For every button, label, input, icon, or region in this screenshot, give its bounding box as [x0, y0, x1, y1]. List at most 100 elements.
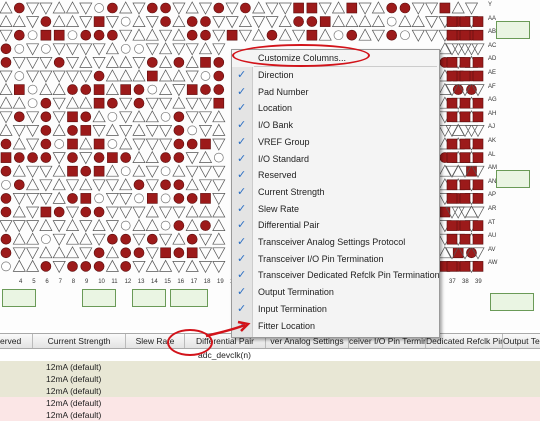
package-pin[interactable]: [0, 138, 12, 150]
package-pin[interactable]: [278, 28, 292, 41]
package-pin[interactable]: [40, 97, 52, 109]
package-pin[interactable]: [185, 70, 199, 83]
package-pin[interactable]: [145, 165, 159, 178]
package-pin[interactable]: [185, 152, 199, 165]
package-pin[interactable]: [445, 165, 459, 178]
package-pin[interactable]: [13, 2, 25, 14]
package-pin[interactable]: [12, 193, 26, 206]
package-pin[interactable]: [145, 125, 159, 138]
package-pin[interactable]: [472, 97, 484, 109]
package-pin[interactable]: [147, 84, 158, 95]
package-pin[interactable]: [1, 261, 11, 272]
package-pin[interactable]: [185, 111, 199, 124]
package-pin[interactable]: [200, 220, 211, 231]
package-pin[interactable]: [398, 14, 412, 27]
package-pin[interactable]: [41, 43, 51, 54]
menu-item-location[interactable]: ✓ Location: [232, 100, 439, 117]
package-pin[interactable]: [93, 138, 105, 150]
package-pin[interactable]: [252, 28, 266, 41]
package-pin[interactable]: [145, 43, 159, 56]
package-pin[interactable]: [446, 261, 458, 272]
package-pin[interactable]: [238, 14, 252, 27]
package-pin[interactable]: [52, 261, 66, 274]
package-pin[interactable]: [93, 206, 105, 218]
package-pin[interactable]: [459, 261, 471, 272]
package-pin[interactable]: [331, 1, 346, 14]
package-pin[interactable]: [446, 70, 458, 82]
package-pin[interactable]: [79, 96, 93, 109]
package-pin[interactable]: [411, 29, 425, 42]
package-pin[interactable]: [12, 164, 26, 177]
package-pin[interactable]: [12, 125, 26, 138]
package-pin[interactable]: [120, 84, 131, 95]
package-pin[interactable]: [105, 246, 119, 259]
package-pin[interactable]: [119, 29, 133, 42]
package-pin[interactable]: [52, 111, 66, 124]
package-pin[interactable]: [159, 82, 173, 95]
table-row[interactable]: 12mA (default): [0, 361, 540, 373]
package-pin[interactable]: [13, 179, 25, 191]
package-pin[interactable]: [92, 43, 106, 56]
package-pin[interactable]: [133, 97, 145, 109]
package-pin[interactable]: [13, 29, 25, 41]
package-pin[interactable]: [80, 111, 92, 123]
package-pin[interactable]: [120, 233, 131, 245]
package-pin[interactable]: [133, 247, 145, 259]
package-pin[interactable]: [145, 97, 159, 110]
package-pin[interactable]: [212, 205, 226, 218]
package-pin[interactable]: [459, 16, 471, 27]
package-pin[interactable]: [79, 247, 93, 260]
package-pin[interactable]: [172, 2, 186, 15]
package-pin[interactable]: [41, 234, 51, 245]
package-pin[interactable]: [26, 16, 40, 29]
package-pin[interactable]: [120, 220, 131, 231]
package-pin[interactable]: [92, 218, 106, 231]
package-pin[interactable]: [145, 28, 159, 41]
package-pin[interactable]: [147, 233, 158, 245]
package-pin[interactable]: [226, 29, 238, 41]
package-pin[interactable]: [459, 138, 471, 150]
package-pin[interactable]: [105, 55, 119, 68]
package-pin[interactable]: [26, 259, 40, 272]
package-pin[interactable]: [186, 29, 198, 41]
package-pin[interactable]: [119, 206, 133, 219]
package-pin[interactable]: [446, 179, 458, 191]
package-pin[interactable]: [14, 84, 25, 95]
package-pin[interactable]: [120, 166, 131, 177]
package-pin[interactable]: [79, 55, 93, 68]
package-pin[interactable]: [94, 3, 104, 13]
package-pin[interactable]: [105, 42, 119, 55]
package-pin[interactable]: [79, 220, 93, 233]
package-pin[interactable]: [266, 29, 278, 41]
package-pin[interactable]: [160, 152, 171, 163]
package-pin[interactable]: [39, 179, 53, 192]
package-pin[interactable]: [67, 125, 78, 136]
package-pin[interactable]: [52, 152, 66, 165]
package-pin[interactable]: [65, 14, 80, 27]
package-pin[interactable]: [119, 1, 133, 14]
package-pin[interactable]: [225, 2, 239, 15]
package-pin[interactable]: [0, 220, 13, 233]
menu-item-fitter-location[interactable]: ✓ Fitter Location: [232, 318, 439, 335]
package-pin[interactable]: [198, 179, 213, 192]
package-pin[interactable]: [173, 247, 185, 259]
package-pin[interactable]: [93, 247, 105, 259]
package-pin[interactable]: [105, 123, 119, 136]
package-pin[interactable]: [212, 179, 226, 192]
package-pin[interactable]: [26, 165, 40, 178]
package-pin[interactable]: [80, 29, 92, 41]
package-pin[interactable]: [133, 179, 145, 191]
package-pin[interactable]: [105, 16, 119, 29]
package-pin[interactable]: [0, 123, 13, 136]
package-pin[interactable]: [471, 125, 485, 138]
package-pin[interactable]: [52, 43, 66, 56]
package-pin[interactable]: [200, 16, 211, 27]
package-pin[interactable]: [80, 193, 92, 204]
package-pin[interactable]: [187, 125, 198, 136]
package-pin[interactable]: [358, 28, 372, 41]
package-pin[interactable]: [446, 97, 458, 109]
package-pin[interactable]: [464, 2, 479, 15]
column-header-reserved[interactable]: erved: [0, 334, 33, 348]
package-pin[interactable]: [132, 261, 146, 274]
package-pin[interactable]: [93, 84, 105, 95]
